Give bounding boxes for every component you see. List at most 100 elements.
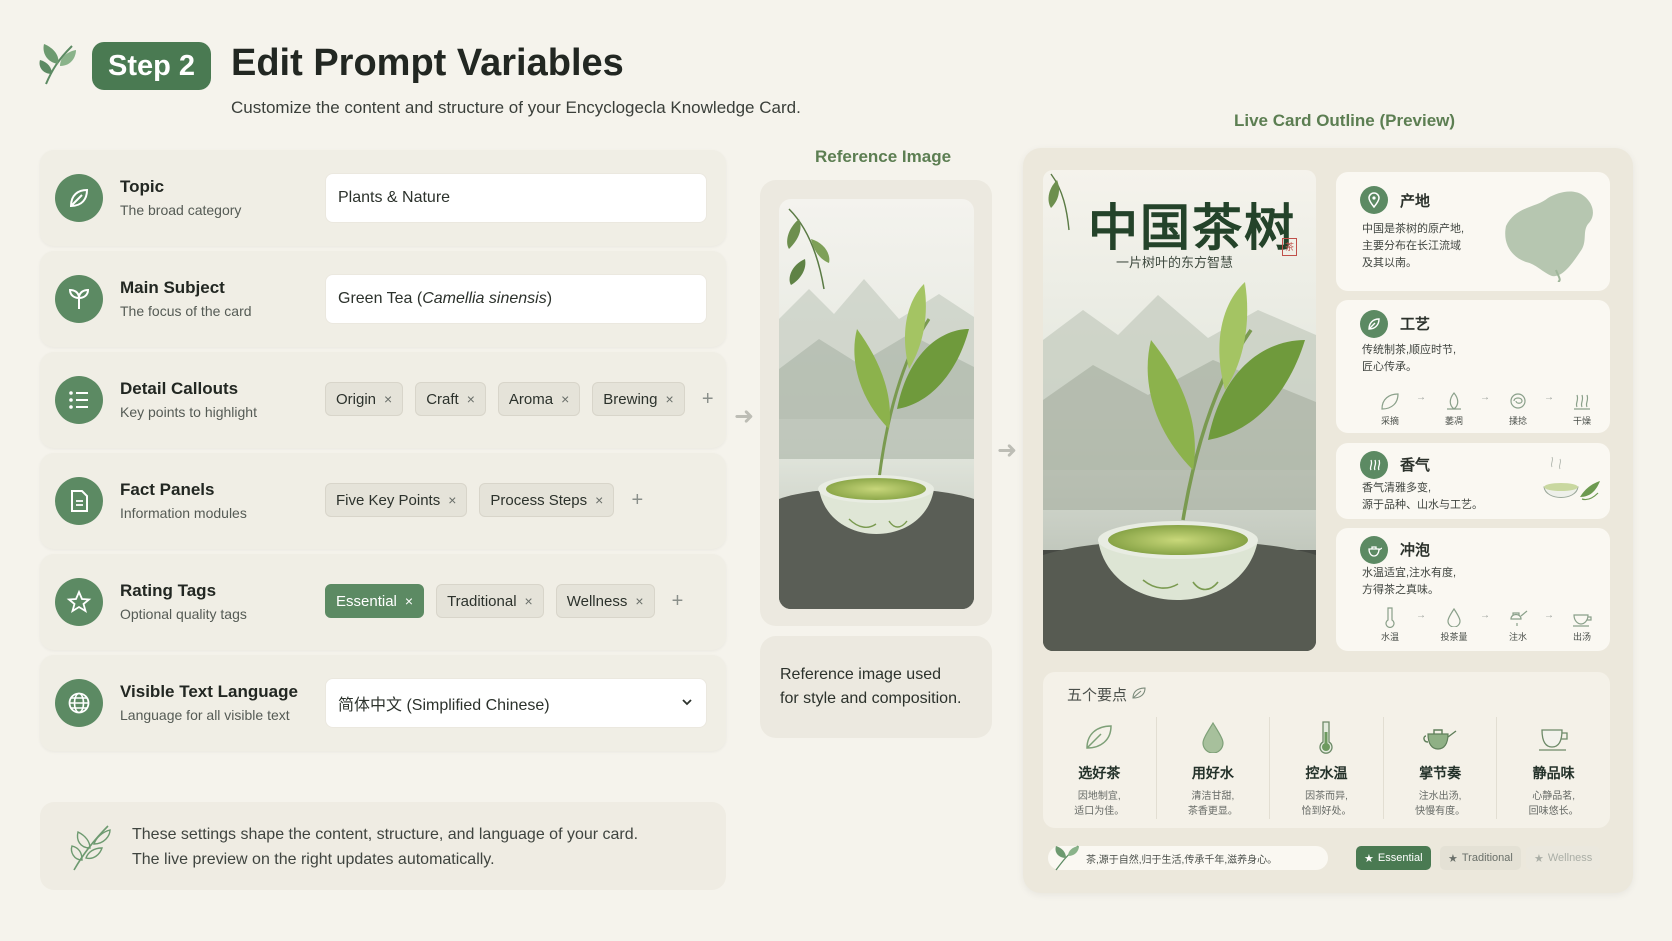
chip-label: Process Steps (490, 491, 588, 509)
chip-brewing[interactable]: Brewing × (592, 382, 685, 416)
teapot-icon (1384, 717, 1497, 757)
brewing-step: 注水 (1486, 604, 1550, 643)
main-subject-label: Main Subject (120, 278, 225, 297)
info-text: These settings shape the content, struct… (132, 822, 638, 872)
remove-icon[interactable]: × (635, 593, 643, 609)
five-point-name: 掌节奏 (1419, 765, 1462, 781)
origin-line-1: 中国是茶树的原产地, (1362, 223, 1465, 235)
origin-title: 产地 (1400, 193, 1431, 210)
add-panel-button[interactable]: + (626, 489, 648, 512)
five-point-desc: 因地制宜, 适口为佳。 (1043, 789, 1156, 819)
language-select[interactable]: 简体中文 (Simplified Chinese) (325, 678, 707, 728)
preview-tag-traditional: ★ Traditional (1440, 846, 1521, 870)
arrow-right-icon: → (1544, 392, 1554, 403)
five-point-item: 静品味 心静品茗, 回味悠长。 (1497, 717, 1610, 819)
topic-input[interactable]: Plants & Nature (325, 173, 707, 223)
list-icon (55, 376, 103, 424)
chip-label: Essential (336, 592, 397, 610)
origin-panel: 产地 中国是茶树的原产地, 主要分布在长江流域 及其以南。 (1336, 172, 1610, 291)
detail-callouts-description: Key points to highlight (120, 404, 257, 420)
chip-essential[interactable]: Essential × (325, 584, 425, 618)
aroma-icon (1360, 451, 1388, 479)
chip-process-steps[interactable]: Process Steps × (479, 483, 615, 517)
main-subject-value: Green Tea ( (338, 290, 423, 307)
five-point-desc: 注水出汤, 快慢有度。 (1384, 789, 1497, 819)
teacup-icon (1543, 457, 1600, 501)
reference-image (779, 199, 974, 609)
topic-row: Topic The broad category Plants & Nature (40, 150, 726, 246)
card-title: 中国茶树 (1088, 198, 1296, 257)
chip-aroma[interactable]: Aroma × (497, 382, 581, 416)
aroma-text: 香气清雅多变, 源于品种、山水与工艺。 (1362, 480, 1483, 514)
aroma-title: 香气 (1400, 457, 1431, 474)
craft-panel: 工艺 传统制茶,顺应时节, 匠心传承。 采摘 萎凋 揉捻 干燥 → → → (1336, 300, 1610, 433)
topic-description: The broad category (120, 202, 242, 218)
rating-tags-row: Rating Tags Optional quality tags Essent… (40, 554, 726, 650)
tea-branch-icon (1055, 845, 1079, 871)
five-points-box: 五个要点 选好茶 因地制宜, 适口为佳。 用好水 清洁甘甜, 茶香更显。 控水温 因… (1043, 672, 1610, 828)
info-line-2: The live preview on the right updates au… (132, 851, 495, 868)
five-point-item: 控水温 因茶而异, 恰到好处。 (1270, 717, 1384, 819)
chip-craft[interactable]: Craft × (415, 382, 486, 416)
page-title: Edit Prompt Variables (231, 42, 624, 84)
fact-panels-row: Fact Panels Information modules Five Key… (40, 453, 726, 549)
chip-label: Wellness (566, 592, 628, 610)
remove-icon[interactable]: × (384, 391, 392, 407)
chip-five-key-points[interactable]: Five Key Points × (325, 483, 468, 517)
preview-title: Live Card Outline (Preview) (1234, 111, 1456, 130)
craft-step: 萎凋 (1422, 388, 1486, 427)
five-point-item: 用好水 清洁甘甜, 茶香更显。 (1157, 717, 1271, 819)
brewing-line-1: 水温适宜,注水有度, (1362, 567, 1457, 579)
arrow-right-icon: → (1480, 610, 1490, 621)
remove-icon[interactable]: × (448, 492, 456, 508)
chip-wellness[interactable]: Wellness × (555, 584, 655, 618)
craft-line-1: 传统制茶,顺应时节, (1362, 344, 1457, 356)
reference-caption-card: Reference image used for style and compo… (760, 636, 992, 738)
remove-icon[interactable]: × (595, 492, 603, 508)
remove-icon[interactable]: × (525, 593, 533, 609)
add-callout-button[interactable]: + (697, 388, 719, 411)
remove-icon[interactable]: × (561, 391, 569, 407)
five-points-title-text: 五个要点 (1067, 687, 1128, 704)
remove-icon[interactable]: × (665, 391, 673, 407)
thermometer-icon (1358, 604, 1422, 630)
detail-callouts-row: Detail Callouts Key points to highlight … (40, 352, 726, 448)
brewing-step: 水温 (1358, 604, 1422, 643)
arrow-right-icon: → (1480, 392, 1490, 403)
five-point-item: 掌节奏 注水出汤, 快慢有度。 (1384, 717, 1498, 819)
fact-panels-label: Fact Panels (120, 480, 215, 499)
craft-step-label: 采摘 (1380, 416, 1399, 426)
document-icon (55, 477, 103, 525)
aroma-line-1: 香气清雅多变, (1362, 482, 1432, 494)
five-point-item: 选好茶 因地制宜, 适口为佳。 (1043, 717, 1157, 819)
main-subject-input[interactable]: Green Tea (Camellia sinensis) (325, 274, 707, 324)
brewing-step: 出汤 (1550, 604, 1614, 643)
rolling-icon (1486, 388, 1550, 414)
language-row: Visible Text Language Language for all v… (40, 655, 726, 751)
five-point-desc-line: 恰到好处。 (1301, 806, 1352, 817)
remove-icon[interactable]: × (467, 391, 475, 407)
tag-label: Wellness (1547, 852, 1593, 864)
reference-title: Reference Image (815, 147, 952, 166)
craft-title: 工艺 (1400, 316, 1431, 333)
heat-icon (1550, 388, 1614, 414)
chip-origin[interactable]: Origin × (325, 382, 404, 416)
globe-icon (55, 679, 103, 727)
rating-tags-description: Optional quality tags (120, 606, 247, 622)
star-icon: ★ (1448, 852, 1458, 865)
remove-icon[interactable]: × (405, 593, 413, 609)
chip-traditional[interactable]: Traditional × (436, 584, 544, 618)
arrow-right-icon: → (1416, 392, 1426, 403)
aroma-panel: 香气 香气清雅多变, 源于品种、山水与工艺。 (1336, 443, 1610, 519)
origin-line-2: 主要分布在长江流域 (1362, 240, 1461, 252)
origin-line-3: 及其以南。 (1362, 257, 1417, 269)
seal-stamp: 茶 (1282, 238, 1297, 256)
main-subject-italic: Camellia sinensis (422, 290, 547, 307)
detail-callouts-chips: Origin × Craft × Aroma × Brewing × + (325, 382, 719, 416)
step-badge: Step 2 (92, 42, 211, 90)
cup-icon (1550, 604, 1614, 630)
thermometer-icon (1270, 717, 1383, 757)
rating-tags-label: Rating Tags (120, 581, 217, 600)
add-tag-button[interactable]: + (667, 590, 689, 613)
topic-label: Topic (120, 177, 165, 196)
